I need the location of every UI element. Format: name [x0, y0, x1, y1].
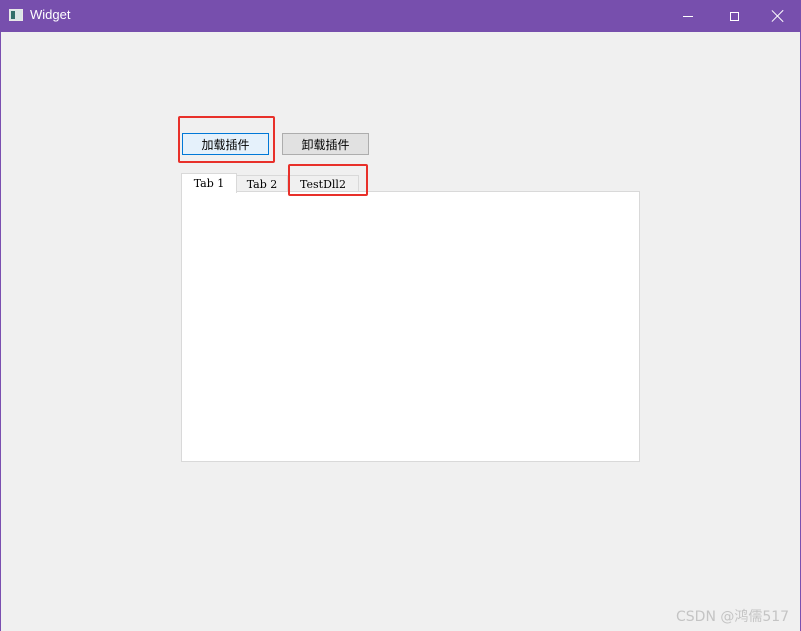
window-title: Widget [30, 7, 71, 22]
minimize-button[interactable] [665, 0, 711, 32]
tab-content-panel [181, 191, 640, 462]
minimize-icon [683, 15, 693, 17]
maximize-button[interactable] [711, 0, 757, 32]
maximize-icon [729, 11, 739, 21]
close-button[interactable] [755, 0, 801, 32]
title-bar[interactable]: Widget [0, 0, 801, 32]
app-icon [9, 9, 23, 21]
highlight-box-load-button [178, 116, 275, 163]
watermark: CSDN @鸿儒517 [676, 609, 790, 625]
tab-1[interactable]: Tab 1 [181, 173, 237, 193]
highlight-box-testdll2-tab [288, 164, 368, 196]
close-icon [772, 10, 784, 22]
unload-plugin-button[interactable]: 卸载插件 [282, 133, 369, 155]
